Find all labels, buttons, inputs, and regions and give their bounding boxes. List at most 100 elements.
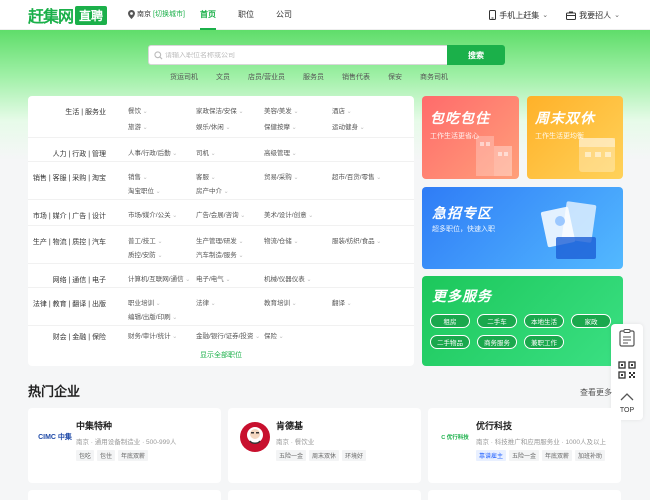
category-item[interactable]: 法律 <box>196 297 264 311</box>
category-label: 市场 | 媒介 | 广告 | 设计 <box>32 213 106 220</box>
search-button[interactable]: 搜索 <box>447 45 505 65</box>
category-item[interactable]: 服装/纺织/食品 <box>332 235 400 249</box>
category-item[interactable]: 超市/百货/零售 <box>332 171 400 185</box>
category-item[interactable]: 娱乐/休闲 <box>196 121 264 135</box>
service-second-hand-button[interactable]: 二手物品 <box>430 335 470 349</box>
service-rent-button[interactable]: 租房 <box>430 314 470 328</box>
hotword-link[interactable]: 货运司机 <box>170 72 198 82</box>
category-item[interactable]: 餐饮 <box>128 105 196 119</box>
category-item[interactable]: 运动健身 <box>332 121 400 135</box>
category-item[interactable]: 翻译 <box>332 297 400 311</box>
company-name: 肯德基 <box>276 421 304 431</box>
floating-toolbar: TOP <box>611 324 643 420</box>
category-item[interactable]: 物流/仓储 <box>264 235 332 249</box>
category-label: 法律 | 教育 | 翻译 | 出版 <box>32 301 106 308</box>
hotword-link[interactable]: 店员/营业员 <box>248 72 285 82</box>
nav-jobs[interactable]: 职位 <box>238 0 254 30</box>
service-used-car-button[interactable]: 二手车 <box>477 314 517 328</box>
category-item[interactable]: 质控/安防 <box>128 249 196 263</box>
switch-city-link[interactable]: [切换城市] <box>153 9 185 19</box>
category-item[interactable]: 保健按摩 <box>264 121 332 135</box>
company-logo: CIMC 中集 <box>36 418 74 456</box>
company-tag: 五险一金 <box>276 450 307 461</box>
hotword-link[interactable]: 文员 <box>216 72 230 82</box>
service-housekeeping-button[interactable]: 家政 <box>571 314 611 328</box>
category-item[interactable]: 淘宝职位 <box>128 185 196 199</box>
company-card[interactable]: C 优行科技 优行科技 南京 · 科技推广和应用服务业 · 1000人及以上 靠… <box>428 408 621 483</box>
show-all-jobs-link[interactable]: 显示全部职位 <box>28 350 414 360</box>
category-item[interactable]: 美容/美发 <box>264 105 332 119</box>
category-label: 销售 | 客服 | 采购 | 淘宝 <box>32 175 106 182</box>
category-item[interactable]: 司机 <box>196 147 264 161</box>
category-label: 财会 | 金融 | 保险 <box>52 334 106 341</box>
company-card-partial[interactable] <box>428 490 621 500</box>
category-row: 销售 | 客服 | 采购 | 淘宝 销售 客服 贸易/采购 超市/百货/零售 淘… <box>28 162 414 200</box>
briefcase-icon <box>566 11 577 20</box>
hotword-link[interactable]: 销售代表 <box>342 72 370 82</box>
banner-title: 更多服务 <box>432 288 492 304</box>
category-item[interactable]: 财务/审计/统计 <box>128 330 196 344</box>
company-card[interactable]: 肯德基 南京 · 餐饮业 五险一金 周末双休 环境好 <box>228 408 421 483</box>
banner-more-services: 更多服务 租房 二手车 本地生活 家政 二手物品 商务服务 兼职工作 <box>422 276 623 366</box>
category-item[interactable]: 电子/电气 <box>196 273 264 287</box>
category-item[interactable]: 房产中介 <box>196 185 264 199</box>
search-box <box>148 45 448 65</box>
company-card-partial[interactable] <box>28 490 221 500</box>
category-item[interactable]: 家政保洁/安保 <box>196 105 264 119</box>
banner-food-lodging[interactable]: 包吃包住 工作生活更省心 <box>422 96 519 179</box>
company-card[interactable]: CIMC 中集 中集特种 南京 · 通用设备制造业 · 500-999人 包吃 … <box>28 408 221 483</box>
documents-illustration-icon <box>540 201 597 259</box>
company-tag: 周末双休 <box>309 450 340 461</box>
company-card-partial[interactable] <box>228 490 421 500</box>
hotword-link[interactable]: 商务司机 <box>420 72 448 82</box>
category-item[interactable]: 汽车制造/服务 <box>196 249 264 263</box>
category-item[interactable]: 职业培训 <box>128 297 196 311</box>
category-item[interactable]: 贸易/采购 <box>264 171 332 185</box>
category-item[interactable]: 酒店 <box>332 105 400 119</box>
job-search-input[interactable] <box>149 51 447 59</box>
category-item[interactable]: 保险 <box>264 330 332 344</box>
feedback-form-icon[interactable] <box>617 328 637 348</box>
banner-subtitle: 超多职位，快速入职 <box>432 226 495 233</box>
category-item[interactable]: 金融/银行/证券/投资 <box>196 330 264 344</box>
company-logo <box>236 418 274 456</box>
mobile-app-menu[interactable]: 手机上赶集 ⌄ <box>489 10 548 21</box>
qr-code-icon[interactable] <box>617 360 637 380</box>
view-more-link[interactable]: 查看更多 <box>580 387 612 398</box>
hotword-link[interactable]: 服务员 <box>303 72 324 82</box>
site-logo[interactable]: 赶集网 直聘 <box>28 5 108 26</box>
service-part-time-button[interactable]: 兼职工作 <box>524 335 564 349</box>
nav-companies[interactable]: 公司 <box>276 0 292 30</box>
banner-weekend-off[interactable]: 周末双休 工作生活更均衡 <box>527 96 623 179</box>
category-item[interactable]: 计算机/互联网/通信 <box>128 273 196 287</box>
category-item[interactable]: 高级管理 <box>264 147 332 161</box>
category-item[interactable]: 客服 <box>196 171 264 185</box>
top-bar: 赶集网 直聘 南京 [切换城市] 首页 职位 公司 手机上赶集 ⌄ 我要招人 ⌄ <box>0 0 650 30</box>
category-item[interactable]: 生产管理/研发 <box>196 235 264 249</box>
service-business-button[interactable]: 商务服务 <box>477 335 517 349</box>
city-selector[interactable]: 南京 [切换城市] <box>128 9 185 19</box>
recruit-menu[interactable]: 我要招人 ⌄ <box>566 10 620 21</box>
category-item[interactable]: 教育培训 <box>264 297 332 311</box>
hotword-link[interactable]: 保安 <box>388 72 402 82</box>
company-tag: 五险一金 <box>509 450 540 461</box>
nav-home[interactable]: 首页 <box>200 0 216 30</box>
company-tag: 加班补助 <box>575 450 606 461</box>
service-local-life-button[interactable]: 本地生活 <box>524 314 564 328</box>
category-item[interactable]: 市场/媒介/公关 <box>128 209 196 223</box>
category-item[interactable]: 人事/行政/后勤 <box>128 147 196 161</box>
category-row: 市场 | 媒介 | 广告 | 设计 市场/媒介/公关 广告/会展/咨询 美术/设… <box>28 200 414 226</box>
category-item[interactable]: 美术/设计/创意 <box>264 209 332 223</box>
category-item[interactable]: 销售 <box>128 171 196 185</box>
job-category-panel: 生活 | 服务业 餐饮 家政保洁/安保 美容/美发 酒店 旅游 娱乐/休闲 保健… <box>28 96 414 366</box>
category-item[interactable]: 旅游 <box>128 121 196 135</box>
category-item[interactable]: 普工/技工 <box>128 235 196 249</box>
banner-urgent-hiring[interactable]: 急招专区 超多职位，快速入职 <box>422 187 623 269</box>
category-label: 生产 | 物流 | 质控 | 汽车 <box>32 239 106 246</box>
building-icon <box>476 136 512 176</box>
category-label: 人力 | 行政 | 管理 <box>52 151 106 158</box>
category-item[interactable]: 编辑/出版/印刷 <box>128 311 196 325</box>
category-item[interactable]: 机械/仪器仪表 <box>264 273 332 287</box>
category-item[interactable]: 广告/会展/咨询 <box>196 209 264 223</box>
company-name: 优行科技 <box>476 421 513 431</box>
